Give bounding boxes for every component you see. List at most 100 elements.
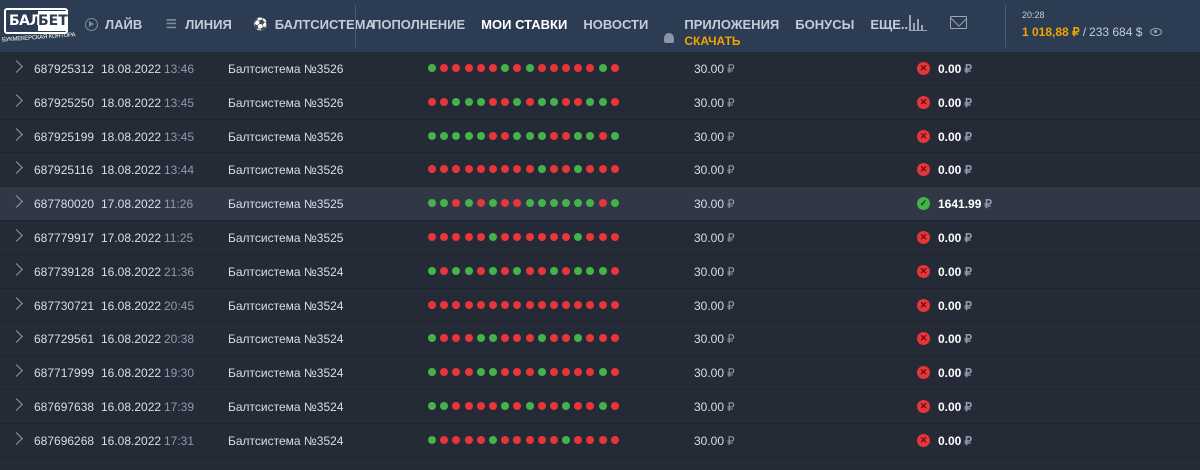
bet-row[interactable]: 687717999 16.08.2022 19:30 Балтсистема №352… <box>0 356 1200 390</box>
chevron-right-icon[interactable] <box>10 262 23 276</box>
dot-win <box>464 97 473 106</box>
dot-win <box>428 368 436 377</box>
nav-apps[interactable]: ПРИЛОЖЕНИЯ СКАЧАТЬ <box>664 17 779 48</box>
dot-loss <box>586 232 595 241</box>
bet-row[interactable]: 687729561 16.08.2022 20:38 Балтсистема №352… <box>0 322 1200 357</box>
nav-line[interactable]: ☰ ЛИНИЯ <box>164 17 232 32</box>
bet-row[interactable]: 687925199 18.08.2022 13:45 Балтсистема №352… <box>0 119 1200 154</box>
payout-value: 0.00 <box>938 95 962 110</box>
dot-loss <box>598 435 607 444</box>
cross-circle-icon: ✕ <box>917 366 930 380</box>
bet-date: 18.08.2022 <box>101 129 162 144</box>
mail-icon[interactable] <box>950 16 967 29</box>
chevron-right-icon[interactable] <box>10 127 23 141</box>
cross-circle-icon: ✕ <box>917 332 930 346</box>
bet-time: 13:45 <box>164 129 195 144</box>
bet-row[interactable]: 687730721 16.08.2022 20:45 Балтсистема №352… <box>0 288 1200 323</box>
dot-loss <box>525 368 534 377</box>
bet-id: 687925116 <box>34 163 94 178</box>
download-link[interactable]: СКАЧАТЬ <box>684 34 740 48</box>
dot-loss <box>428 97 436 106</box>
bet-name: Балтсистема №3525 <box>228 230 344 245</box>
dot-win <box>525 64 534 72</box>
dot-win <box>549 199 558 208</box>
bet-row[interactable]: 687780020 17.08.2022 11:26 Балтсистема №352… <box>0 187 1200 221</box>
chevron-right-icon[interactable] <box>10 431 23 445</box>
balance: 1 018,88 ₽ / 233 684 $ <box>1022 25 1163 39</box>
bet-id: 687925250 <box>34 95 95 110</box>
currency-symbol: ₽ <box>727 433 735 448</box>
eye-icon[interactable] <box>1150 28 1163 36</box>
chevron-right-icon[interactable] <box>10 229 23 242</box>
nav-more[interactable]: ЕЩЕ... <box>870 17 911 32</box>
currency-symbol: ₽ <box>727 163 735 178</box>
dot-loss <box>574 300 583 309</box>
stake-value: 30.00 <box>694 95 725 110</box>
bet-row[interactable]: 687697638 16.08.2022 17:39 Балтсистема №352… <box>0 389 1200 424</box>
chevron-right-icon[interactable] <box>10 93 23 107</box>
bet-row[interactable]: 687779917 17.08.2022 11:25 Балтсистема №352… <box>0 220 1200 255</box>
logo-word2: БЕТ <box>38 11 68 31</box>
dot-loss <box>549 64 558 72</box>
bet-time: 17:39 <box>164 399 195 414</box>
statistics-icon[interactable] <box>909 15 927 31</box>
dot-win <box>586 266 595 275</box>
bet-row[interactable]: 687925116 18.08.2022 13:44 Балтсистема №352… <box>0 153 1200 188</box>
dot-loss <box>440 97 449 106</box>
bet-row[interactable]: 687696268 16.08.2022 17:31 Балтсистема №352… <box>0 423 1200 458</box>
bet-row[interactable]: 687925312 18.08.2022 13:46 Балтсистема №352… <box>0 52 1200 86</box>
baltbet-logo[interactable]: БАЛТ БЕТ БУКМЕКЕРСКАЯ КОНТОРА <box>0 4 76 44</box>
bet-row[interactable]: 687925250 18.08.2022 13:45 Балтсистема №352… <box>0 85 1200 120</box>
dot-loss <box>586 165 595 174</box>
bet-stake: 30.00 ₽ <box>694 265 735 279</box>
chevron-right-icon[interactable] <box>10 60 23 73</box>
dot-loss <box>464 165 473 174</box>
chevron-right-icon[interactable] <box>10 161 23 175</box>
dot-loss <box>464 334 473 343</box>
dot-loss <box>598 199 607 208</box>
dot-loss <box>501 232 510 241</box>
currency-symbol: ₽ <box>964 129 972 144</box>
dot-win <box>549 266 558 275</box>
currency-symbol: ₽ <box>727 264 735 279</box>
dot-win <box>537 131 546 140</box>
dot-loss <box>488 131 497 140</box>
bet-id: 687717999 <box>34 366 95 381</box>
dot-win <box>476 131 485 140</box>
chevron-right-icon[interactable] <box>10 296 23 310</box>
dot-win <box>525 131 534 140</box>
dot-loss <box>440 368 449 377</box>
chevron-right-icon[interactable] <box>10 195 23 209</box>
chevron-right-icon[interactable] <box>10 330 23 344</box>
dot-loss <box>574 401 583 410</box>
dot-loss <box>525 334 534 343</box>
currency-symbol: ₽ <box>964 366 972 381</box>
nav-bonuses[interactable]: БОНУСЫ <box>795 17 854 32</box>
currency-symbol: ₽ <box>964 163 972 178</box>
bet-row[interactable]: 687739128 16.08.2022 21:36 Балтсистема №352… <box>0 254 1200 289</box>
bet-stake: 30.00 ₽ <box>694 163 735 177</box>
dot-loss <box>610 165 619 174</box>
nav-baltsystem[interactable]: ⚽ БАЛТСИСТЕМА <box>253 17 375 32</box>
chevron-right-icon[interactable] <box>10 398 23 411</box>
dot-loss <box>440 266 449 275</box>
nav-deposit[interactable]: ПОПОЛНЕНИЕ <box>372 17 465 32</box>
dot-loss <box>549 368 558 377</box>
nav-my-bets[interactable]: МОИ СТАВКИ <box>481 17 567 32</box>
bet-stake: 30.00 ₽ <box>694 96 735 110</box>
dot-win <box>574 232 583 241</box>
dot-loss <box>501 97 510 106</box>
dot-loss <box>476 435 485 444</box>
dot-win <box>464 199 473 208</box>
dot-loss <box>488 300 497 309</box>
chevron-right-icon[interactable] <box>10 364 23 378</box>
nav-news[interactable]: НОВОСТИ <box>583 17 648 32</box>
balance-bonus: 233 684 $ <box>1089 25 1143 39</box>
dot-loss <box>513 368 522 377</box>
dot-loss <box>562 165 571 174</box>
nav-live[interactable]: ЛАЙВ <box>84 17 142 32</box>
dot-loss <box>598 300 607 309</box>
payout-value: 0.00 <box>938 129 962 144</box>
dot-win <box>598 64 607 72</box>
dot-loss <box>440 64 449 72</box>
